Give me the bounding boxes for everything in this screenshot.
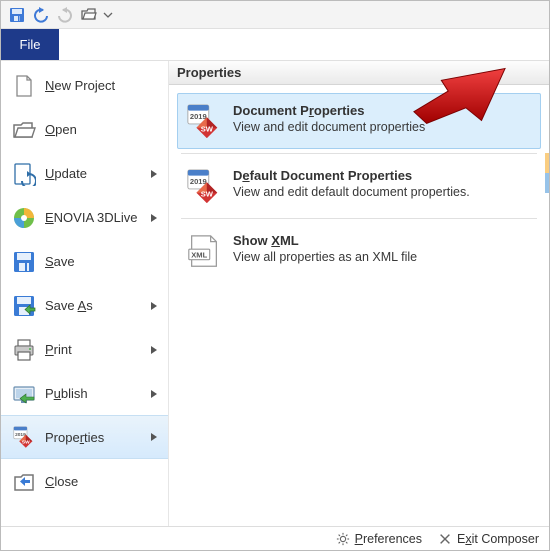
menu-item-label: Properties — [45, 430, 142, 445]
panel-separator — [181, 218, 537, 219]
menu-item-enovia-3dlive[interactable]: ENOVIA 3DLive — [1, 195, 168, 239]
xml-icon: XML — [185, 233, 223, 269]
publish-icon — [11, 381, 37, 407]
submenu-arrow-icon — [150, 390, 158, 398]
panel-item-desc: View and edit document properties — [233, 120, 533, 134]
menu-item-label: Close — [45, 474, 164, 489]
menu-item-save[interactable]: Save — [1, 239, 168, 283]
panel-separator — [181, 153, 537, 154]
menu-item-publish[interactable]: Publish — [1, 371, 168, 415]
svg-text:XML: XML — [191, 251, 207, 260]
tab-row: File — [1, 29, 549, 61]
top-toolbar — [1, 1, 549, 29]
saveas-icon — [11, 293, 37, 319]
submenu-arrow-icon — [150, 433, 158, 441]
chevron-down-icon[interactable] — [103, 5, 113, 25]
close-icon — [11, 469, 37, 495]
menu-item-label: New Project — [45, 78, 164, 93]
svg-text:SW: SW — [201, 124, 214, 133]
submenu-arrow-icon — [150, 346, 158, 354]
menu-item-print[interactable]: Print — [1, 327, 168, 371]
panel-item-desc: View and edit default document propertie… — [233, 185, 533, 199]
open-folder-icon[interactable] — [79, 5, 99, 25]
panel-item-desc: View all properties as an XML file — [233, 250, 533, 264]
menu-item-label: ENOVIA 3DLive — [45, 210, 142, 225]
sw-icon: 2019SW — [11, 424, 37, 450]
ball-icon — [11, 205, 37, 231]
menu-item-save-as[interactable]: Save As — [1, 283, 168, 327]
menu-item-label: Print — [45, 342, 142, 357]
svg-text:2019: 2019 — [190, 177, 207, 186]
sw-icon: 2019 SW — [185, 168, 223, 204]
save-icon — [11, 249, 37, 275]
redo-icon — [55, 5, 75, 25]
update-icon — [11, 161, 37, 187]
submenu-arrow-icon — [150, 170, 158, 178]
svg-text:SW: SW — [22, 440, 30, 446]
open-icon — [11, 117, 37, 143]
menu-item-close[interactable]: Close — [1, 459, 168, 503]
panel-item-title: Default Document Properties — [233, 168, 533, 183]
menu-item-new-project[interactable]: New Project — [1, 63, 168, 107]
panel-item-show-xml[interactable]: XML Show XML View all properties as an XML… — [177, 223, 541, 279]
exit-link[interactable]: Exit Composer — [438, 532, 539, 546]
menu-item-label: Open — [45, 122, 164, 137]
menu-item-label: Publish — [45, 386, 142, 401]
menu-item-properties[interactable]: 2019SW Properties — [1, 415, 168, 459]
submenu-arrow-icon — [150, 302, 158, 310]
status-bar: Preferences Exit Composer — [1, 526, 549, 550]
properties-panel: Properties 2019 SW Document Properties View… — [169, 61, 549, 528]
svg-text:SW: SW — [201, 189, 214, 198]
preferences-link[interactable]: Preferences — [336, 532, 422, 546]
doc-icon — [11, 73, 37, 99]
edge-peek — [545, 153, 549, 193]
panel-item-default-document-properties[interactable]: 2019 SW Default Document Properties View an… — [177, 158, 541, 214]
panel-item-title: Document Properties — [233, 103, 533, 118]
undo-icon[interactable] — [31, 5, 51, 25]
submenu-arrow-icon — [150, 214, 158, 222]
menu-item-label: Save As — [45, 298, 142, 313]
panel-item-document-properties[interactable]: 2019 SW Document Properties View and edit d… — [177, 93, 541, 149]
menu-item-label: Save — [45, 254, 164, 269]
sw-icon: 2019 SW — [185, 103, 223, 139]
panel-item-title: Show XML — [233, 233, 533, 248]
file-menu: New Project Open Update ENOVIA 3DLive Save Sa… — [1, 61, 169, 528]
svg-text:2019: 2019 — [190, 112, 207, 121]
menu-item-label: Update — [45, 166, 142, 181]
file-tab[interactable]: File — [1, 29, 59, 60]
panel-header: Properties — [169, 61, 549, 85]
print-icon — [11, 337, 37, 363]
menu-item-open[interactable]: Open — [1, 107, 168, 151]
menu-item-update[interactable]: Update — [1, 151, 168, 195]
save-icon[interactable] — [7, 5, 27, 25]
